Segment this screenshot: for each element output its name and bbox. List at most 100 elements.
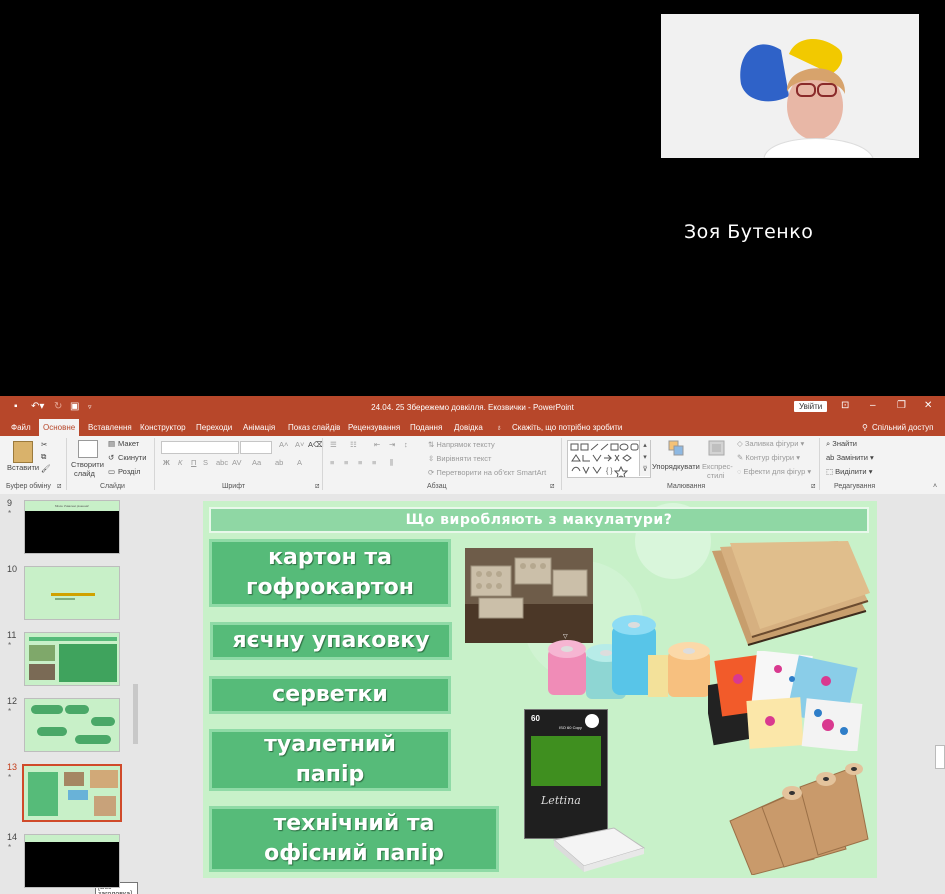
clipboard-launcher-icon[interactable]: ⧄ — [57, 483, 61, 491]
smartart-button[interactable]: ⟳ Перетворити на об'єкт SmartArt — [428, 468, 546, 477]
ribbon-tabs: Файл Основне Вставлення Конструктор Пере… — [0, 419, 945, 436]
slide-thumbnail-11[interactable] — [24, 632, 120, 686]
font-group-label: Шрифт — [222, 483, 246, 490]
bullets-icon[interactable]: ☰ — [330, 440, 337, 449]
tab-help[interactable]: Довідка — [454, 423, 483, 432]
thumb-number: 11 — [7, 630, 17, 640]
change-case-button[interactable]: Aa — [252, 458, 261, 467]
char-spacing-button[interactable]: AV — [232, 458, 241, 467]
shape-outline-label: Контур фігури — [745, 453, 795, 462]
ribbon-display-icon[interactable]: ⊡ — [841, 400, 849, 411]
new-slide-icon[interactable] — [78, 440, 98, 458]
line-spacing-icon[interactable]: ↕ — [404, 440, 408, 449]
shapes-gallery-scroll[interactable]: ▴ ▾ ⊽ — [639, 440, 650, 476]
paragraph-launcher-icon[interactable]: ⧄ — [550, 483, 554, 491]
slide-thumbnail-10[interactable] — [24, 566, 120, 620]
font-size-select[interactable] — [240, 441, 272, 454]
replace-label: Замінити — [836, 453, 868, 462]
share-button[interactable]: Спільний доступ — [872, 423, 934, 432]
new-slide-button[interactable]: Створити — [71, 460, 104, 469]
editing-group-label: Редагування — [834, 483, 876, 490]
slide-title: Що виробляють з макулатури? — [209, 507, 869, 533]
find-button[interactable]: ⌕ Знайти — [826, 439, 857, 449]
tab-slideshow[interactable]: Показ слайдів — [288, 423, 340, 432]
share-icon: ⚲ — [862, 423, 868, 432]
replace-button[interactable]: ab Замінити ▾ — [826, 453, 874, 462]
grow-font-icon[interactable]: A˄ — [279, 440, 288, 449]
justify-icon[interactable]: ≡ — [372, 458, 376, 467]
select-button[interactable]: ⬚ Виділити ▾ — [826, 467, 872, 476]
section-button[interactable]: Розділ — [118, 467, 140, 476]
strikethrough-button[interactable]: abc — [216, 458, 228, 467]
shape-fill-button[interactable]: ◇ Заливка фігури ▾ — [737, 439, 804, 448]
font-launcher-icon[interactable]: ⧄ — [315, 483, 319, 491]
minimize-icon[interactable]: – — [870, 400, 876, 411]
thumb-caption: Misce Ухвалені рішення! — [25, 501, 119, 511]
section-icon: ▭ — [108, 467, 116, 476]
italic-button[interactable]: К — [178, 458, 182, 467]
arrange-button[interactable]: Упорядкувати — [652, 462, 700, 471]
align-right-icon[interactable]: ≡ — [358, 458, 362, 467]
format-painter-icon[interactable]: 🖌 — [41, 464, 51, 473]
tab-insert[interactable]: Вставлення — [88, 423, 132, 432]
svg-text:{ }: { } — [606, 468, 613, 475]
paste-icon[interactable] — [13, 441, 33, 463]
slide-thumbnail-13[interactable] — [22, 764, 122, 822]
cut-icon[interactable]: ✂ — [41, 440, 47, 449]
shape-outline-button[interactable]: ✎ Контур фігури ▾ — [737, 453, 800, 462]
paste-button[interactable]: Вставити — [7, 463, 39, 472]
numbering-icon[interactable]: ☷ — [350, 440, 357, 449]
align-center-icon[interactable]: ≡ — [344, 458, 348, 467]
tab-animations[interactable]: Анімація — [243, 423, 275, 432]
decrease-indent-icon[interactable]: ⇤ — [374, 440, 380, 449]
paper-pack-iso: ISO 60 Copy — [559, 725, 582, 730]
tab-design[interactable]: Конструктор — [140, 423, 186, 432]
slide-thumbnail-9[interactable]: Misce Ухвалені рішення! — [24, 500, 120, 554]
sign-in-button[interactable]: Увійти — [794, 401, 828, 412]
paragraph-group-label: Абзац — [427, 483, 447, 490]
item-line: серветки — [272, 682, 388, 707]
paper-stack-image — [552, 827, 646, 872]
columns-icon[interactable]: ⫼ — [390, 458, 393, 468]
text-direction-button[interactable]: ⇅ Напрямок тексту — [428, 440, 495, 449]
participant-video[interactable] — [661, 14, 919, 158]
font-color-icon[interactable]: A — [297, 458, 302, 467]
slide-thumbnail-12[interactable] — [24, 698, 120, 752]
item-line: технічний та — [273, 811, 435, 836]
editor-scroll-thumb[interactable] — [935, 745, 945, 769]
tab-home[interactable]: Основне — [39, 419, 80, 436]
reset-button[interactable]: Скинути — [118, 453, 146, 462]
editor-vertical-scrollbar[interactable] — [932, 494, 945, 894]
tab-review[interactable]: Рецензування — [348, 423, 400, 432]
maximize-icon[interactable]: ❐ — [897, 400, 906, 411]
underline-button[interactable]: П — [191, 458, 196, 467]
quick-styles-button-line2[interactable]: стилі — [707, 471, 724, 480]
increase-indent-icon[interactable]: ⇥ — [389, 440, 395, 449]
reset-icon: ↺ — [108, 453, 115, 462]
highlight-icon[interactable]: ab — [275, 458, 283, 467]
collapse-ribbon-icon[interactable]: ˄ — [933, 483, 937, 490]
shrink-font-icon[interactable]: A˅ — [295, 440, 304, 449]
tab-file[interactable]: Файл — [11, 423, 31, 432]
font-family-select[interactable] — [161, 441, 239, 454]
tell-me-box[interactable]: Скажіть, що потрібно зробити — [512, 423, 622, 432]
shapes-gallery-icons: { } — [570, 443, 639, 479]
quick-styles-button[interactable]: Експрес- — [702, 462, 733, 471]
layout-button[interactable]: Макет — [118, 439, 139, 448]
close-icon[interactable]: ✕ — [924, 400, 932, 411]
align-left-icon[interactable]: ≡ — [330, 458, 334, 467]
drawing-launcher-icon[interactable]: ⧄ — [811, 483, 815, 491]
quick-styles-icon[interactable] — [708, 439, 726, 457]
new-slide-button-line2[interactable]: слайд — [74, 469, 95, 478]
current-slide[interactable]: Що виробляють з макулатури? картон та гоф… — [203, 501, 877, 878]
tab-transitions[interactable]: Переходи — [196, 423, 232, 432]
shape-effects-button[interactable]: ◌ Ефекти для фігур ▾ — [737, 467, 811, 476]
bold-button[interactable]: Ж — [163, 458, 170, 467]
slide-thumbnails-panel: 9 * Misce Ухвалені рішення! 10 11 * 12 *… — [0, 494, 138, 894]
tab-view[interactable]: Подання — [410, 423, 442, 432]
arrange-icon[interactable] — [667, 439, 685, 457]
copy-icon[interactable]: ⧉ — [41, 452, 46, 462]
slide-thumbnail-14[interactable] — [24, 834, 120, 888]
strike-button[interactable]: S — [203, 458, 208, 467]
align-text-button[interactable]: ⇳ Вирівняти текст — [428, 454, 491, 463]
